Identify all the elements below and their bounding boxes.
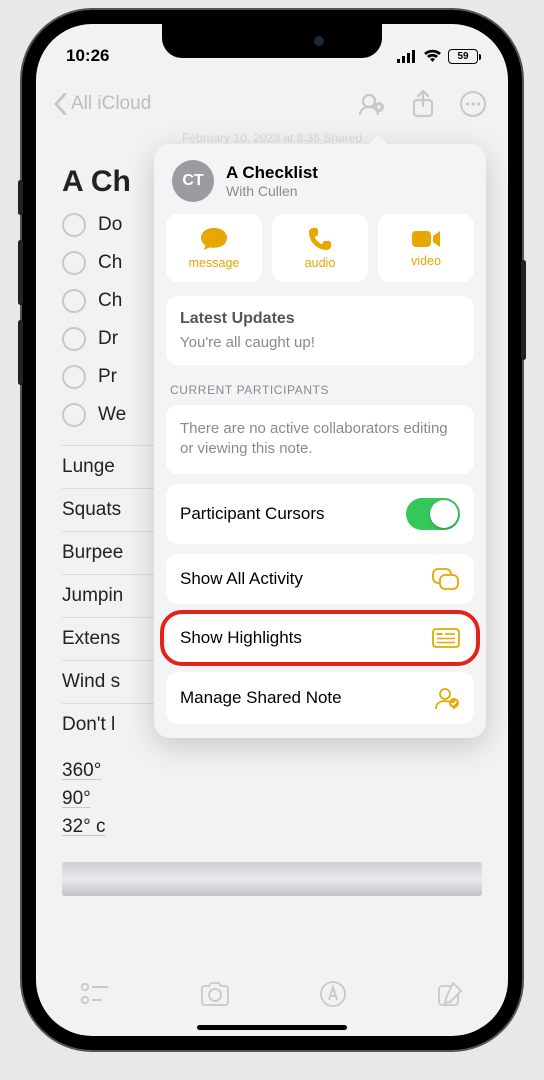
manage-shared-note-row[interactable]: Manage Shared Note (166, 672, 474, 724)
screen: 10:26 59 All iCloud February 10, 2023 at… (36, 24, 508, 1036)
highlights-icon (432, 628, 460, 648)
back-label: All iCloud (71, 93, 151, 115)
note-text[interactable]: 32° c (62, 816, 106, 838)
phone-frame: 10:26 59 All iCloud February 10, 2023 at… (22, 10, 522, 1050)
collaboration-popover: CT A Checklist With Cullen message audio (154, 144, 486, 738)
participants-label: CURRENT PARTICIPANTS (170, 383, 470, 397)
camera-tool-icon[interactable] (199, 981, 231, 1007)
compose-tool-icon[interactable] (436, 980, 464, 1008)
bottom-toolbar (36, 966, 508, 1022)
status-time: 10:26 (66, 46, 109, 66)
message-button[interactable]: message (166, 214, 262, 282)
participants-body: There are no active collaborators editin… (180, 419, 460, 460)
video-icon (411, 229, 441, 249)
manage-icon (434, 686, 460, 710)
back-button[interactable]: All iCloud (54, 93, 151, 115)
popover-title: A Checklist (226, 163, 318, 183)
updates-heading: Latest Updates (180, 310, 460, 328)
message-icon (200, 227, 228, 251)
nav-bar: All iCloud (36, 79, 508, 129)
show-highlights-row[interactable]: Show Highlights (166, 614, 474, 662)
video-button[interactable]: video (378, 214, 474, 282)
activity-icon (432, 568, 460, 590)
checkbox-icon[interactable] (62, 213, 86, 237)
attachment-thumbnail[interactable] (62, 862, 482, 896)
checkbox-icon[interactable] (62, 289, 86, 313)
share-icon[interactable] (412, 90, 434, 118)
checkbox-icon[interactable] (62, 365, 86, 389)
participants-card: There are no active collaborators editin… (166, 405, 474, 474)
checkbox-icon[interactable] (62, 251, 86, 275)
home-indicator[interactable] (197, 1025, 347, 1030)
wifi-icon (423, 49, 442, 63)
notch (162, 24, 382, 58)
note-text[interactable]: 360° (62, 760, 101, 782)
chevron-left-icon (54, 93, 67, 115)
toggle-on-icon[interactable] (406, 498, 460, 530)
collaborate-icon[interactable] (358, 92, 386, 116)
avatar: CT (172, 160, 214, 202)
checkbox-icon[interactable] (62, 403, 86, 427)
battery-icon: 59 (448, 49, 478, 64)
participant-cursors-row[interactable]: Participant Cursors (166, 484, 474, 544)
audio-button[interactable]: audio (272, 214, 368, 282)
show-activity-row[interactable]: Show All Activity (166, 554, 474, 604)
cellular-icon (397, 50, 417, 63)
phone-icon (308, 227, 332, 251)
latest-updates-card[interactable]: Latest Updates You're all caught up! (166, 296, 474, 365)
markup-tool-icon[interactable] (319, 980, 347, 1008)
checklist-tool-icon[interactable] (80, 982, 110, 1006)
checkbox-icon[interactable] (62, 327, 86, 351)
note-text[interactable]: 90° (62, 788, 91, 810)
popover-subtitle: With Cullen (226, 183, 318, 199)
updates-body: You're all caught up! (180, 334, 460, 351)
more-icon[interactable] (460, 91, 486, 117)
